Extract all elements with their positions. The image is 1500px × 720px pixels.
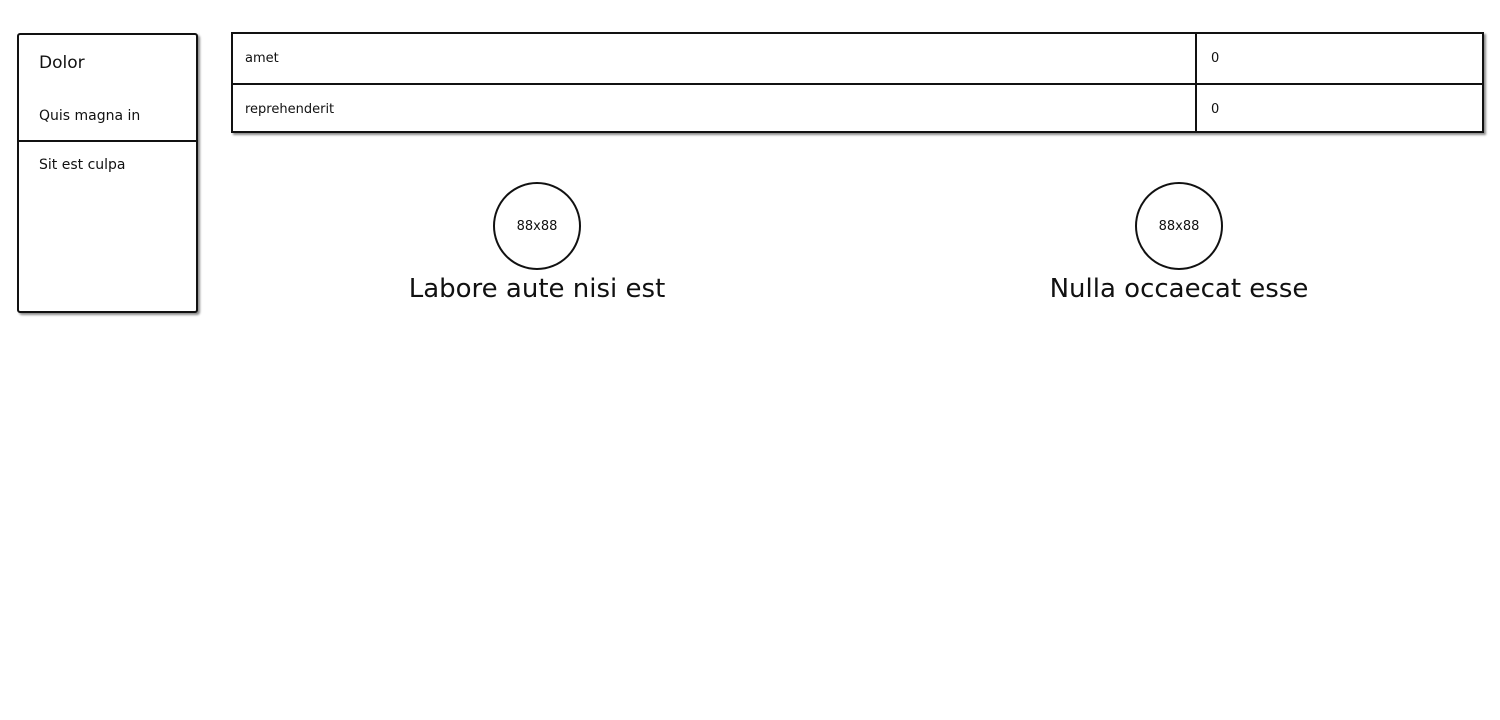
table-row[interactable]: amet 0 <box>233 34 1482 83</box>
table-cell-label: amet <box>245 51 279 66</box>
sidebar-subtitle: Quis magna in <box>39 108 141 124</box>
table-cell-value: 0 <box>1211 102 1220 117</box>
profile-name: Labore aute nisi est <box>408 274 666 304</box>
table-cell-value: 0 <box>1211 51 1220 66</box>
data-table: amet 0 reprehenderit 0 <box>231 32 1484 133</box>
avatar[interactable]: 88x88 <box>493 182 581 270</box>
profile-card: 88x88 Nulla occaecat esse <box>1029 182 1329 306</box>
avatar[interactable]: 88x88 <box>1135 182 1223 270</box>
profile-card: 88x88 Labore aute nisi est <box>387 182 687 306</box>
profile-name: Nulla occaecat esse <box>1049 274 1309 304</box>
sidebar-title: Dolor <box>39 53 85 73</box>
table-cell-label: reprehenderit <box>245 102 335 117</box>
sidebar-panel: Dolor Quis magna in Sit est culpa <box>17 33 198 313</box>
sidebar-item-sit-est-culpa[interactable]: Sit est culpa <box>39 157 126 173</box>
table-row[interactable]: reprehenderit 0 <box>233 83 1482 134</box>
sidebar-divider <box>19 140 196 142</box>
